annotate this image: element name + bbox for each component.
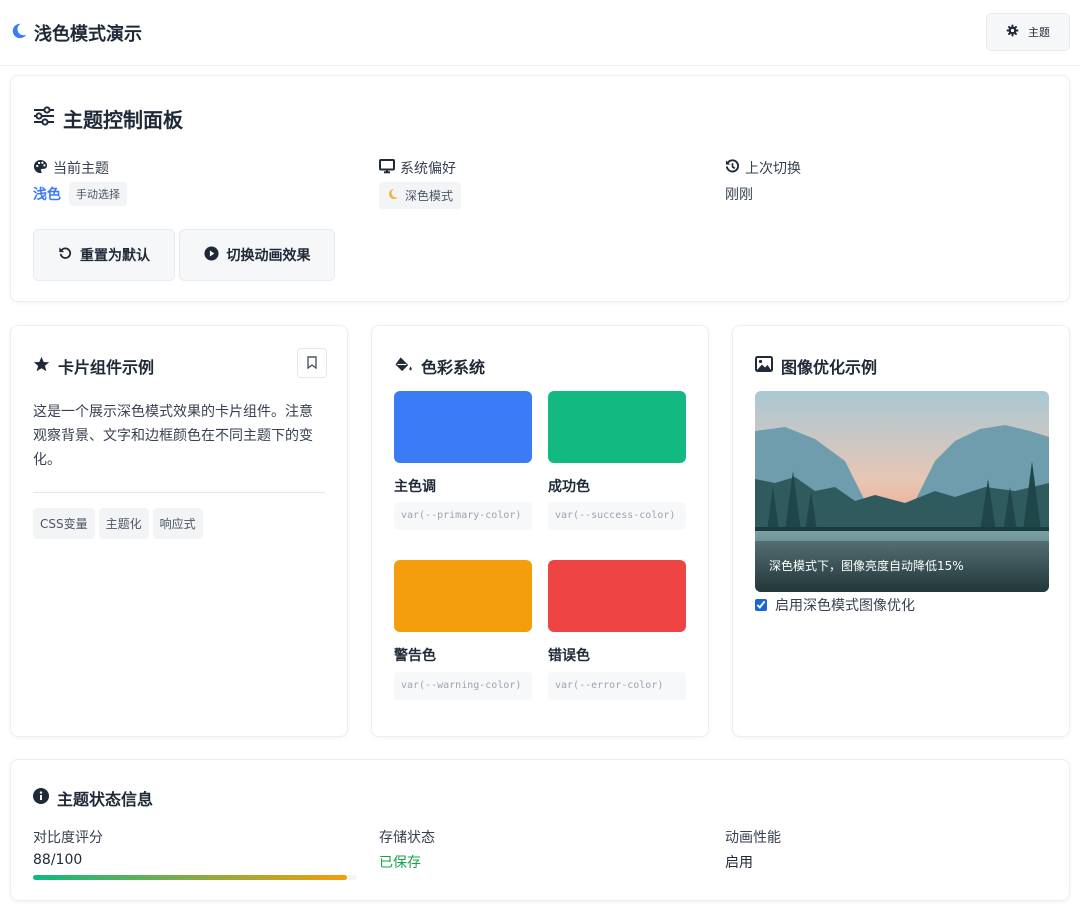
swatch-primary-name: 主色调: [394, 479, 436, 495]
sliders-icon: [33, 106, 55, 131]
app-title: 浅色模式演示: [34, 24, 142, 45]
contrast-value: 88/100: [33, 852, 83, 868]
tag-list: CSS变量 主题化 响应式: [33, 508, 207, 539]
star-icon: [33, 356, 50, 377]
swatch-error: [548, 560, 686, 632]
image-example: 图像优化示例 深色模式下，图像亮度自动降低15% 启用深色模式图像优化: [732, 325, 1070, 737]
current-theme-label: 当前主题: [33, 158, 127, 178]
tag-css-variables: CSS变量: [33, 508, 95, 539]
image-example-header: 图像优化示例: [755, 354, 877, 378]
image-icon: [755, 356, 773, 376]
card-example-title: 卡片组件示例: [58, 358, 155, 377]
control-panel-header: 主题控制面板: [33, 104, 183, 133]
card-example-header: 卡片组件示例: [33, 354, 154, 378]
toggle-animation-label: 切换动画效果: [226, 248, 311, 264]
toggle-animation-button[interactable]: 切换动画效果: [179, 229, 335, 281]
undo-icon: [58, 246, 72, 264]
system-pref-badge: 深色模式: [379, 182, 462, 209]
image-optimization-label: 启用深色模式图像优化: [775, 598, 915, 614]
swatch-error-var: var(--error-color): [548, 672, 686, 700]
animation-perf-value: 启用: [725, 855, 753, 871]
gear-icon: [1006, 24, 1019, 40]
swatch-error-name: 错误色: [548, 648, 590, 664]
contrast-progress-track: [33, 875, 357, 880]
storage-value: 已保存: [379, 855, 421, 871]
swatch-warning-var: var(--warning-color): [394, 672, 532, 700]
image-optimization-checkbox-row[interactable]: 启用深色模式图像优化: [755, 595, 915, 615]
moon-icon: [10, 22, 28, 44]
brand: 浅色模式演示: [10, 20, 142, 46]
landscape-image: 深色模式下，图像亮度自动降低15%: [755, 391, 1049, 592]
tag-responsive: 响应式: [152, 508, 203, 539]
system-pref-label: 系统偏好: [379, 158, 461, 178]
reset-default-button[interactable]: 重置为默认: [33, 229, 175, 281]
current-theme-label-text: 当前主题: [53, 161, 109, 177]
last-switch-group: 上次切换 刚刚: [725, 158, 801, 204]
bookmark-icon: [307, 354, 317, 373]
play-circle-icon: [203, 245, 219, 265]
image-example-title: 图像优化示例: [781, 358, 878, 377]
system-pref-value: 深色模式: [405, 189, 454, 203]
status-panel-title: 主题状态信息: [57, 790, 154, 809]
paint-bucket-icon: [394, 356, 413, 377]
last-switch-label-text: 上次切换: [745, 161, 801, 177]
card-example: 卡片组件示例 这是一个展示深色模式效果的卡片组件。注意观察背景、文字和边框颜色在…: [10, 325, 348, 737]
current-theme-value-row: 浅色 手动选择: [33, 182, 127, 206]
divider: [33, 492, 325, 493]
swatch-warning: [394, 560, 532, 632]
last-switch-value: 刚刚: [725, 187, 753, 203]
control-panel: 主题控制面板 当前主题 浅色 手动选择 系统偏好 深色模式 上次切换 刚刚 重置…: [10, 75, 1070, 302]
animation-perf-label: 动画性能: [725, 830, 781, 846]
control-panel-title: 主题控制面板: [63, 108, 183, 132]
card-example-body: 这是一个展示深色模式效果的卡片组件。注意观察背景、文字和边框颜色在不同主题下的变…: [33, 404, 313, 468]
app-header: 浅色模式演示 主题: [0, 0, 1080, 66]
manual-select-badge: 手动选择: [69, 182, 127, 206]
storage-label: 存储状态: [379, 830, 435, 846]
swatch-warning-name: 警告色: [394, 648, 436, 664]
current-theme-value: 浅色: [33, 187, 61, 203]
theme-toggle-button[interactable]: 主题: [986, 13, 1070, 51]
status-panel: 主题状态信息 对比度评分 88/100 存储状态 已保存 动画性能 启用: [10, 759, 1070, 901]
image-optimization-checkbox[interactable]: [755, 599, 767, 611]
swatch-success: [548, 391, 686, 463]
system-pref-label-text: 系统偏好: [400, 161, 456, 177]
theme-button-label: 主题: [1028, 26, 1050, 39]
contrast-progress-fill: [33, 875, 347, 880]
crescent-moon-icon: [387, 188, 399, 203]
reset-default-label: 重置为默认: [80, 248, 150, 264]
system-pref-group: 系统偏好 深色模式: [379, 158, 462, 209]
swatch-primary: [394, 391, 532, 463]
swatch-success-var: var(--success-color): [548, 502, 686, 530]
color-system: 色彩系统 主色调 var(--primary-color) 成功色 var(--…: [371, 325, 709, 737]
color-system-header: 色彩系统: [394, 354, 485, 378]
swatch-primary-var: var(--primary-color): [394, 502, 532, 530]
tag-theming: 主题化: [98, 508, 149, 539]
info-icon: [33, 788, 49, 808]
last-switch-label: 上次切换: [725, 158, 801, 178]
current-theme-group: 当前主题 浅色 手动选择: [33, 158, 127, 206]
status-panel-header: 主题状态信息: [33, 786, 153, 810]
palette-icon: [33, 159, 48, 178]
swatch-success-name: 成功色: [548, 479, 590, 495]
bookmark-button[interactable]: [297, 348, 327, 378]
history-icon: [725, 158, 740, 178]
image-caption: 深色模式下，图像亮度自动降低15%: [769, 559, 964, 573]
color-system-title: 色彩系统: [421, 358, 486, 377]
contrast-label: 对比度评分: [33, 830, 103, 846]
monitor-icon: [379, 158, 395, 178]
